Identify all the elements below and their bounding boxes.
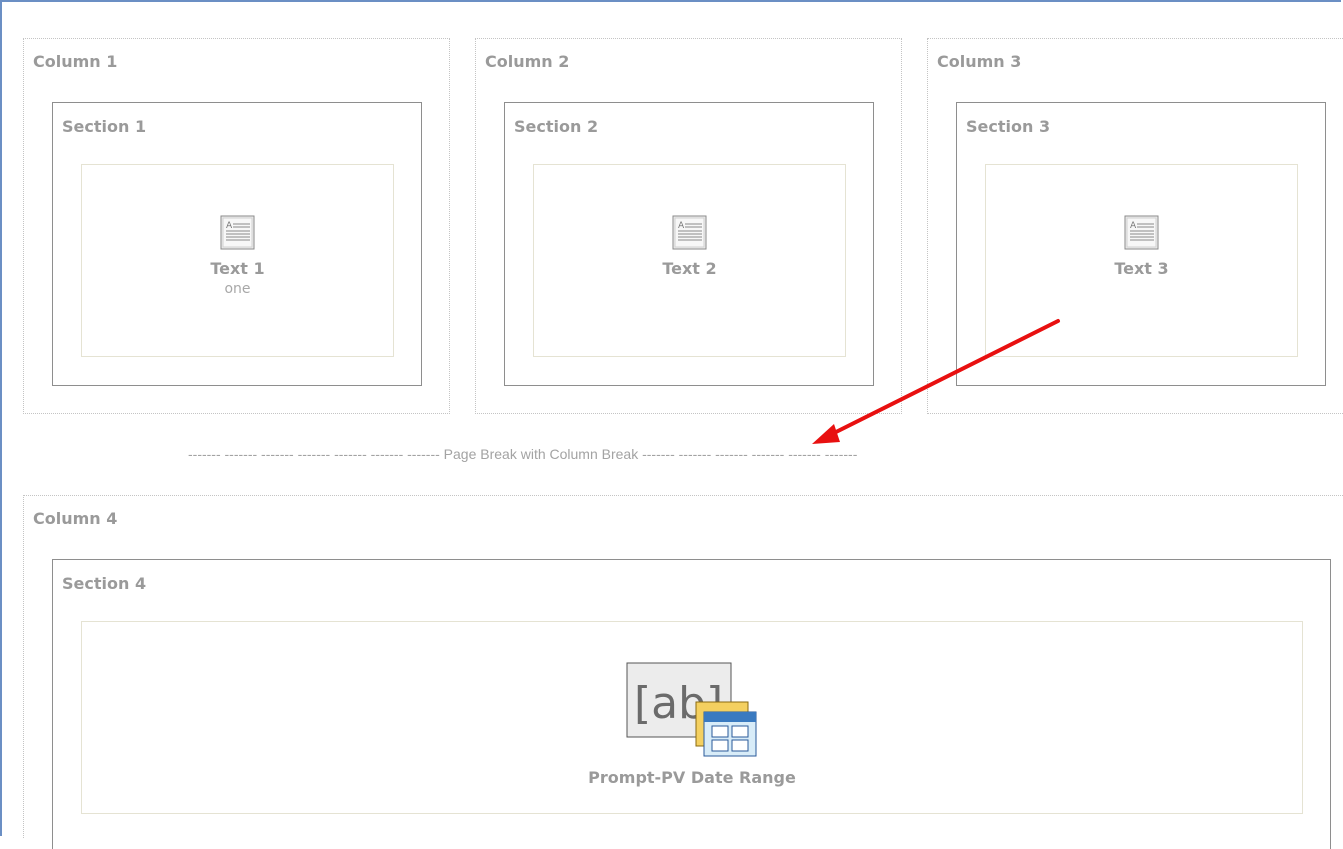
view-container[interactable]: A Text 3 [985,164,1298,357]
svg-text:A: A [678,221,685,231]
column-title: Column 4 [33,509,118,528]
section-3[interactable]: Section 3 A Text 3 [956,102,1326,386]
column-title: Column 1 [33,52,118,71]
column-title: Column 2 [485,52,570,71]
section-2[interactable]: Section 2 A Text 2 [504,102,874,386]
column-2[interactable]: Column 2 Section 2 A Text 2 [475,38,902,414]
text-view-icon: A [672,215,706,250]
view-name: Text 2 [662,259,717,278]
view-caption: one [224,281,251,297]
column-title: Column 3 [937,52,1022,71]
text-view-icon: A [220,215,254,250]
section-1[interactable]: Section 1 A Text 1 one [52,102,422,386]
view-container[interactable]: A Text 2 [533,164,846,357]
text-view-icon: A [1124,215,1158,250]
view-name: Text 3 [1114,259,1169,278]
section-title: Section 4 [62,574,147,593]
view-container[interactable]: [ab] Prompt-PV Date Range [81,621,1303,814]
column-4[interactable]: Column 4 Section 4 [ab] Prompt-PV Date R… [23,495,1343,849]
section-title: Section 2 [514,117,599,136]
section-title: Section 1 [62,117,147,136]
svg-text:A: A [1130,221,1137,231]
page-break-label[interactable]: ------- ------- ------- ------- ------- … [188,446,1222,462]
svg-text:A: A [226,221,233,231]
view-name: Text 1 [210,259,265,278]
view-name: Prompt-PV Date Range [588,768,796,787]
layout-canvas: Column 1 Section 1 A Text 1 one Column 2… [0,0,1343,849]
section-4[interactable]: Section 4 [ab] Prompt-PV Date Range [52,559,1331,849]
view-container[interactable]: A Text 1 one [81,164,394,357]
column-1[interactable]: Column 1 Section 1 A Text 1 one [23,38,450,414]
prompt-view-icon: [ab] [626,662,757,757]
column-3[interactable]: Column 3 Section 3 A Text 3 [927,38,1343,414]
section-title: Section 3 [966,117,1051,136]
